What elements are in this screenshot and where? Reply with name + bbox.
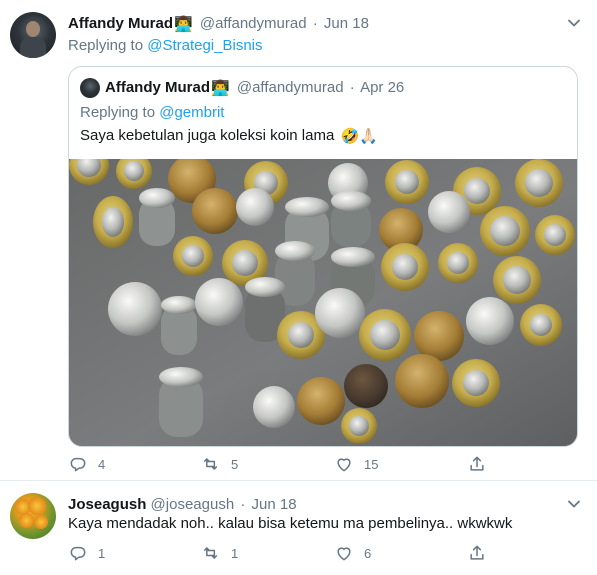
reply-button[interactable]: 1 (68, 543, 201, 563)
laughing-praying-emoji-icon: 🤣🙏🏻 (340, 128, 378, 145)
quoted-tweet-header: Affandy Murad👨‍💻 @affandymurad · Apr 26 (105, 78, 404, 99)
reply-tweet-actions: 1 1 6 (68, 542, 507, 564)
main-tweet-date[interactable]: Jun 18 (324, 15, 369, 32)
reply-icon (70, 457, 86, 472)
retweet-count: 5 (231, 456, 239, 472)
quoted-tweet-body: Saya kebetulan juga koleksi koin lama (80, 127, 335, 144)
retweet-icon (204, 458, 218, 470)
developer-emoji-icon: 👨‍💻 (174, 16, 193, 33)
developer-emoji-icon: 👨‍💻 (211, 80, 230, 97)
main-tweet[interactable]: Affandy Murad👨‍💻 @affandymurad · Jun 18 … (0, 0, 597, 481)
main-tweet-header: Affandy Murad👨‍💻 @affandymurad · Jun 18 (68, 14, 557, 34)
quoted-replying-label: Replying to (80, 104, 156, 121)
replying-to-label: Replying to (68, 37, 144, 54)
like-count: 6 (364, 545, 372, 561)
main-tweet-actions: 4 5 15 (68, 453, 507, 475)
quoted-tweet-handle[interactable]: @affandymurad (237, 79, 344, 96)
avatar-body (20, 37, 46, 58)
main-tweet-avatar[interactable] (10, 12, 56, 58)
coins-photo[interactable] (69, 159, 577, 446)
like-button[interactable]: 6 (334, 543, 467, 563)
reply-count: 1 (98, 545, 106, 561)
reply-tweet-display-name[interactable]: Joseagush (68, 496, 146, 513)
reply-button[interactable]: 4 (68, 454, 201, 474)
main-tweet-replying-to: Replying to @Strategi_Bisnis (68, 36, 263, 56)
reply-tweet-header: Joseagush @joseagush · Jun 18 (68, 495, 557, 515)
like-button[interactable]: 15 (334, 454, 467, 474)
reply-tweet-text: Kaya mendadak noh.. kalau bisa ketemu ma… (68, 515, 513, 532)
quoted-tweet-avatar[interactable] (80, 78, 100, 98)
main-tweet-handle[interactable]: @affandymurad (200, 15, 307, 32)
retweet-button[interactable]: 5 (201, 454, 334, 474)
share-button[interactable] (467, 454, 487, 474)
share-button[interactable] (467, 543, 487, 563)
reply-tweet[interactable]: Joseagush @joseagush · Jun 18 Kaya menda… (0, 481, 597, 575)
main-tweet-display-name[interactable]: Affandy Murad (68, 15, 173, 32)
quoted-tweet-separator: · (349, 79, 355, 96)
heart-icon (337, 458, 351, 472)
quoted-tweet-card[interactable]: Affandy Murad👨‍💻 @affandymurad · Apr 26 … (68, 66, 578, 447)
reply-icon (70, 546, 86, 561)
reply-tweet-separator: · (240, 496, 246, 513)
quoted-tweet-replying-to: Replying to @gembrit (80, 103, 224, 123)
chevron-down-icon[interactable] (566, 496, 582, 512)
share-icon (470, 545, 484, 560)
quoted-tweet-text: Saya kebetulan juga koleksi koin lama 🤣🙏… (80, 126, 378, 147)
chevron-down-icon[interactable] (566, 15, 582, 31)
reply-count: 4 (98, 456, 106, 472)
heart-icon (337, 547, 351, 561)
reply-tweet-avatar[interactable] (10, 493, 56, 539)
reply-tweet-handle[interactable]: @joseagush (151, 496, 235, 513)
share-icon (470, 456, 484, 471)
like-count: 15 (364, 456, 379, 472)
quoted-replying-mention-link[interactable]: @gembrit (159, 104, 224, 121)
retweet-count: 1 (231, 545, 239, 561)
avatar-head (26, 21, 40, 37)
reply-tweet-date[interactable]: Jun 18 (252, 496, 297, 513)
main-tweet-separator: · (312, 15, 318, 32)
quoted-tweet-display-name[interactable]: Affandy Murad (105, 79, 210, 96)
retweet-icon (204, 547, 218, 559)
replying-to-mention-link[interactable]: @Strategi_Bisnis (147, 37, 262, 54)
quoted-tweet-date[interactable]: Apr 26 (360, 79, 404, 96)
retweet-button[interactable]: 1 (201, 543, 334, 563)
